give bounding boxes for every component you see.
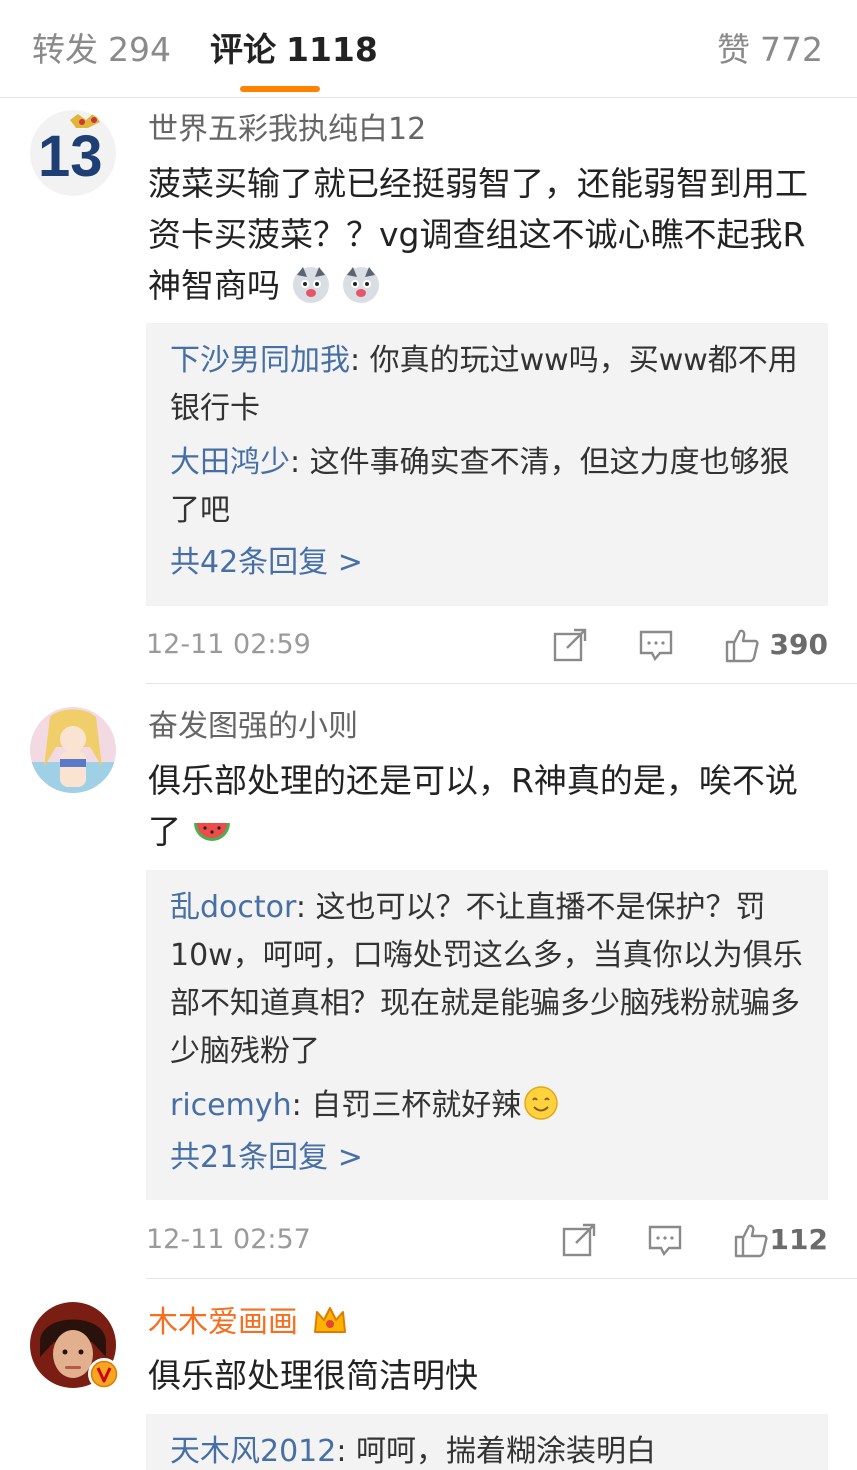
reply-item[interactable]: 天木风2012: 呵呵，揣着糊涂装明白 (170, 1428, 804, 1470)
share-icon[interactable] (561, 1222, 597, 1258)
reply-preview-box[interactable]: 天木风2012: 呵呵，揣着糊涂装明白 (146, 1414, 828, 1470)
reply-preview-box[interactable]: 乱doctor: 这也可以？不让直播不是保护？罚10w，呵呵，口嗨处罚这么多，当… (146, 870, 828, 1200)
like-count: 390 (769, 628, 828, 661)
reply-username[interactable]: ricemyh (170, 1088, 292, 1123)
husky-emoji-icon (343, 267, 379, 303)
reply-item[interactable]: 大田鸿少: 这件事确实查不清，但这力度也够狠了吧 (170, 439, 804, 535)
comment-divider (146, 683, 857, 684)
tab-comments[interactable]: 评论 1118 (210, 30, 378, 70)
comment-text-content: 菠菜买输了就已经挺弱智了，还能弱智到用工资卡买菠菜？？vg调查组这不诚心瞧不起我… (148, 164, 808, 305)
reply-preview-box[interactable]: 下沙男同加我: 你真的玩过ww吗，买ww都不用银行卡 大田鸿少: 这件事确实查不… (146, 323, 828, 606)
tab-comments-label: 评论 (210, 30, 276, 69)
tab-likes[interactable]: 赞 772 (717, 30, 823, 70)
tab-likes-count: 772 (760, 30, 823, 69)
reply-item[interactable]: 下沙男同加我: 你真的玩过ww吗，买ww都不用银行卡 (170, 337, 804, 433)
thumbs-up-icon[interactable] (724, 627, 760, 663)
thumbs-up-icon[interactable] (733, 1222, 769, 1258)
comment-text-content: 俱乐部处理的还是可以，R神真的是，唉不说了 (148, 761, 798, 851)
share-icon[interactable] (552, 627, 588, 663)
more-replies-link[interactable]: 共21条回复 > (170, 1136, 804, 1180)
comment-username[interactable]: 世界五彩我执纯白12 (148, 110, 426, 150)
comment-text: 俱乐部处理很简洁明快 (148, 1350, 828, 1401)
svg-text:13: 13 (38, 124, 103, 189)
smile-emoji-icon (524, 1086, 559, 1120)
comment-tabs: 转发 294 评论 1118 赞 772 (0, 0, 857, 98)
comment-timestamp: 12-11 02:57 (146, 1224, 311, 1255)
tab-reposts-count: 294 (108, 30, 171, 69)
comment-meta: 12-11 02:57 112 (146, 1220, 828, 1260)
comment-timestamp: 12-11 02:59 (146, 629, 311, 660)
tab-reposts[interactable]: 转发 294 (32, 30, 171, 70)
like-count: 112 (769, 1223, 828, 1256)
reply-username[interactable]: 天木风2012 (170, 1434, 336, 1469)
reply-item[interactable]: ricemyh: 自罚三杯就好辣 (170, 1082, 804, 1130)
more-replies-link[interactable]: 共42条回复 > (170, 541, 804, 585)
tab-likes-label: 赞 (717, 30, 750, 69)
reply-username[interactable]: 下沙男同加我 (170, 343, 350, 378)
comment-text: 菠菜买输了就已经挺弱智了，还能弱智到用工资卡买菠菜？？vg调查组这不诚心瞧不起我… (148, 158, 828, 311)
comment-username[interactable]: 木木爱画画 (148, 1302, 348, 1343)
avatar[interactable]: 13 (30, 110, 116, 196)
husky-emoji-icon (292, 267, 329, 303)
comment-icon[interactable] (647, 1222, 683, 1258)
comment-text: 俱乐部处理的还是可以，R神真的是，唉不说了 (148, 755, 828, 857)
watermelon-emoji-icon (193, 823, 230, 841)
comment-icon[interactable] (638, 627, 674, 663)
active-tab-indicator (240, 86, 320, 92)
crown-member-icon (313, 1307, 346, 1333)
comment-meta: 12-11 02:59 390 (146, 625, 828, 665)
tab-comments-count: 1118 (286, 30, 378, 69)
verified-badge-icon (88, 1358, 120, 1390)
avatar[interactable] (30, 707, 116, 793)
reply-username[interactable]: 乱doctor (170, 890, 296, 925)
reply-text: : 自罚三杯就好辣 (291, 1088, 522, 1123)
reply-item[interactable]: 乱doctor: 这也可以？不让直播不是保护？罚10w，呵呵，口嗨处罚这么多，当… (170, 884, 804, 1076)
tab-reposts-label: 转发 (32, 30, 98, 69)
comment-divider (146, 1278, 857, 1279)
comment-username-text: 木木爱画画 (148, 1305, 298, 1340)
reply-username[interactable]: 大田鸿少 (170, 445, 290, 480)
comment-text-content: 俱乐部处理很简洁明快 (148, 1356, 478, 1395)
reply-text: : 呵呵，揣着糊涂装明白 (336, 1434, 657, 1469)
comment-username[interactable]: 奋发图强的小则 (148, 707, 358, 747)
